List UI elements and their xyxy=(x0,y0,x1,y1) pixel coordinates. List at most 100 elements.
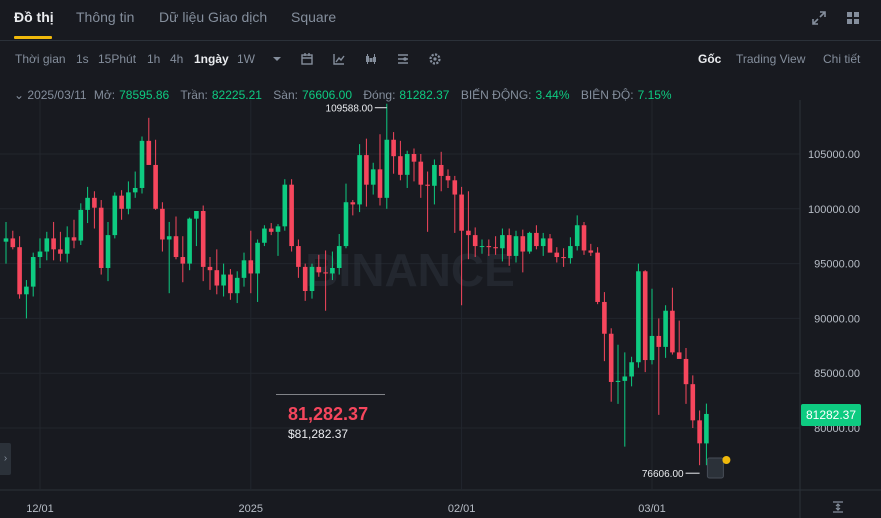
candle[interactable] xyxy=(153,139,158,210)
candle[interactable] xyxy=(425,171,430,232)
interval-1h[interactable]: 1h xyxy=(147,52,160,66)
candle[interactable] xyxy=(173,216,179,260)
interval-1w[interactable]: 1W xyxy=(237,52,255,66)
candle[interactable] xyxy=(248,230,254,294)
candle[interactable] xyxy=(568,237,573,264)
candle[interactable] xyxy=(656,318,662,415)
candle[interactable] xyxy=(391,132,396,174)
candle[interactable] xyxy=(432,159,437,205)
candle[interactable] xyxy=(642,270,648,373)
tab-trading-data[interactable]: Dữ liệu Giao dịch xyxy=(159,9,267,25)
candle[interactable] xyxy=(228,269,233,300)
candle[interactable] xyxy=(3,221,9,264)
candle[interactable] xyxy=(275,224,281,256)
candle[interactable] xyxy=(10,230,16,250)
candle[interactable] xyxy=(418,154,424,198)
candle[interactable] xyxy=(241,252,247,287)
view-tradingview[interactable]: Trading View xyxy=(736,52,805,66)
candle[interactable] xyxy=(289,179,294,252)
auto-scale-icon[interactable] xyxy=(831,500,845,514)
candle[interactable] xyxy=(166,221,172,294)
candle[interactable] xyxy=(139,136,145,194)
expand-icon[interactable] xyxy=(811,10,827,26)
settings-icon[interactable] xyxy=(428,52,442,66)
candle[interactable] xyxy=(438,151,444,192)
candle[interactable] xyxy=(92,191,97,229)
candle[interactable] xyxy=(384,103,390,209)
candle[interactable] xyxy=(146,117,152,165)
candle[interactable] xyxy=(112,192,118,239)
candle[interactable] xyxy=(262,225,267,247)
tab-info[interactable]: Thông tin xyxy=(76,9,134,25)
candle[interactable] xyxy=(704,403,709,466)
view-original[interactable]: Gốc xyxy=(698,52,721,66)
candle[interactable] xyxy=(296,239,301,278)
candle[interactable] xyxy=(629,356,634,387)
candle[interactable] xyxy=(581,221,587,255)
candle[interactable] xyxy=(214,249,220,295)
candle[interactable] xyxy=(534,225,539,250)
candle[interactable] xyxy=(411,148,417,182)
scroll-left-arrow[interactable]: › xyxy=(0,443,11,475)
candle[interactable] xyxy=(58,231,63,262)
candle[interactable] xyxy=(126,181,131,215)
candle[interactable] xyxy=(520,229,526,273)
candle[interactable] xyxy=(554,247,560,263)
candle[interactable] xyxy=(187,217,192,271)
candle[interactable] xyxy=(364,138,369,207)
candle[interactable] xyxy=(377,134,383,206)
candle[interactable] xyxy=(670,287,675,355)
candle[interactable] xyxy=(51,221,56,261)
candle[interactable] xyxy=(44,231,50,261)
tab-square[interactable]: Square xyxy=(291,9,336,25)
candle[interactable] xyxy=(622,352,628,447)
candle[interactable] xyxy=(636,263,641,368)
interval-dropdown-icon[interactable] xyxy=(270,52,284,66)
view-depth[interactable]: Chi tiết xyxy=(823,52,860,66)
candle[interactable] xyxy=(398,140,403,181)
candle[interactable] xyxy=(595,247,600,305)
candle[interactable] xyxy=(64,226,70,263)
event-marker-icon[interactable] xyxy=(706,457,724,479)
candle[interactable] xyxy=(574,215,580,251)
candle[interactable] xyxy=(547,234,553,253)
candle[interactable] xyxy=(683,347,689,404)
candle[interactable] xyxy=(268,223,274,236)
candle[interactable] xyxy=(697,410,702,466)
layout-grid-icon[interactable] xyxy=(845,10,861,26)
candle[interactable] xyxy=(540,232,546,256)
candle[interactable] xyxy=(98,200,104,275)
candle[interactable] xyxy=(200,205,206,282)
tab-chart[interactable]: Đồ thị xyxy=(14,9,54,25)
candle[interactable] xyxy=(615,344,621,404)
candle[interactable] xyxy=(350,200,356,216)
candle[interactable] xyxy=(343,183,349,249)
template-icon[interactable] xyxy=(396,52,410,66)
candle[interactable] xyxy=(588,243,594,256)
candle[interactable] xyxy=(180,236,186,283)
candlestick-chart[interactable]: BINANCE 105000.00 100000.00 95000.00 90000.… xyxy=(0,100,881,518)
candle[interactable] xyxy=(160,202,165,252)
candle[interactable] xyxy=(649,288,655,365)
interval-1s[interactable]: 1s xyxy=(76,52,89,66)
candle[interactable] xyxy=(234,271,240,304)
candle[interactable] xyxy=(24,280,29,319)
candle[interactable] xyxy=(132,171,138,198)
candle[interactable] xyxy=(282,179,288,231)
interval-4h[interactable]: 4h xyxy=(170,52,183,66)
candle[interactable] xyxy=(527,231,532,254)
candle[interactable] xyxy=(85,186,90,224)
candle[interactable] xyxy=(119,190,124,220)
interval-1d[interactable]: 1ngày xyxy=(194,52,229,66)
event-dot-icon[interactable] xyxy=(722,456,731,464)
candle-type-icon[interactable] xyxy=(364,52,378,66)
candle[interactable] xyxy=(17,236,22,299)
candle[interactable] xyxy=(452,175,458,233)
interval-15m[interactable]: 15Phút xyxy=(98,52,136,66)
candle[interactable] xyxy=(445,169,451,188)
candle[interactable] xyxy=(690,375,696,428)
candle[interactable] xyxy=(194,210,199,247)
indicator-icon[interactable] xyxy=(332,52,346,66)
candle[interactable] xyxy=(207,257,213,290)
candle[interactable] xyxy=(30,252,36,297)
